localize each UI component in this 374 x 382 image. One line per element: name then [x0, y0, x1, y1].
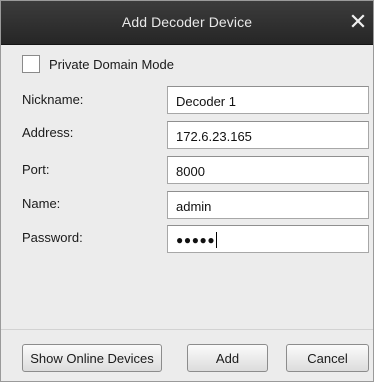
nickname-value: Decoder 1 — [176, 93, 236, 109]
nickname-field[interactable]: Decoder 1 — [167, 86, 369, 114]
checkbox-icon[interactable] — [22, 55, 40, 73]
name-field[interactable]: admin — [167, 191, 369, 219]
close-icon[interactable] — [349, 12, 367, 30]
private-domain-mode-label: Private Domain Mode — [49, 56, 174, 72]
port-field[interactable]: 8000 — [167, 156, 369, 184]
add-decoder-device-dialog: Add Decoder Device Private Domain Mode N… — [0, 0, 374, 382]
port-label: Port: — [22, 162, 50, 177]
address-field[interactable]: 172.6.23.165 — [167, 121, 369, 149]
password-label: Password: — [22, 230, 83, 245]
password-masked-value: ●●●●● — [176, 233, 216, 247]
address-value: 172.6.23.165 — [176, 128, 252, 144]
private-domain-mode-checkbox[interactable]: Private Domain Mode — [22, 53, 174, 75]
cancel-button[interactable]: Cancel — [286, 344, 369, 372]
show-online-devices-button[interactable]: Show Online Devices — [22, 344, 162, 372]
password-field[interactable]: ●●●●● — [167, 225, 369, 253]
address-label: Address: — [22, 125, 74, 140]
name-value: admin — [176, 198, 212, 214]
add-button[interactable]: Add — [187, 344, 268, 372]
port-value: 8000 — [176, 163, 205, 179]
dialog-footer: Show Online Devices Add Cancel — [1, 329, 373, 381]
text-caret — [216, 232, 218, 248]
nickname-label: Nickname: — [22, 92, 84, 107]
title-bar[interactable]: Add Decoder Device — [1, 1, 373, 45]
name-label: Name: — [22, 196, 61, 211]
dialog-title: Add Decoder Device — [121, 14, 253, 30]
